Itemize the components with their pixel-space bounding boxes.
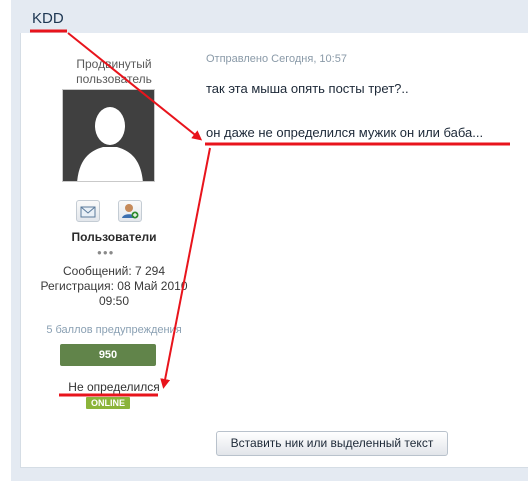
arrow-author-to-post bbox=[67, 32, 203, 141]
arrow-post-to-gender bbox=[160, 147, 211, 389]
annotation-overlay bbox=[30, 29, 510, 397]
